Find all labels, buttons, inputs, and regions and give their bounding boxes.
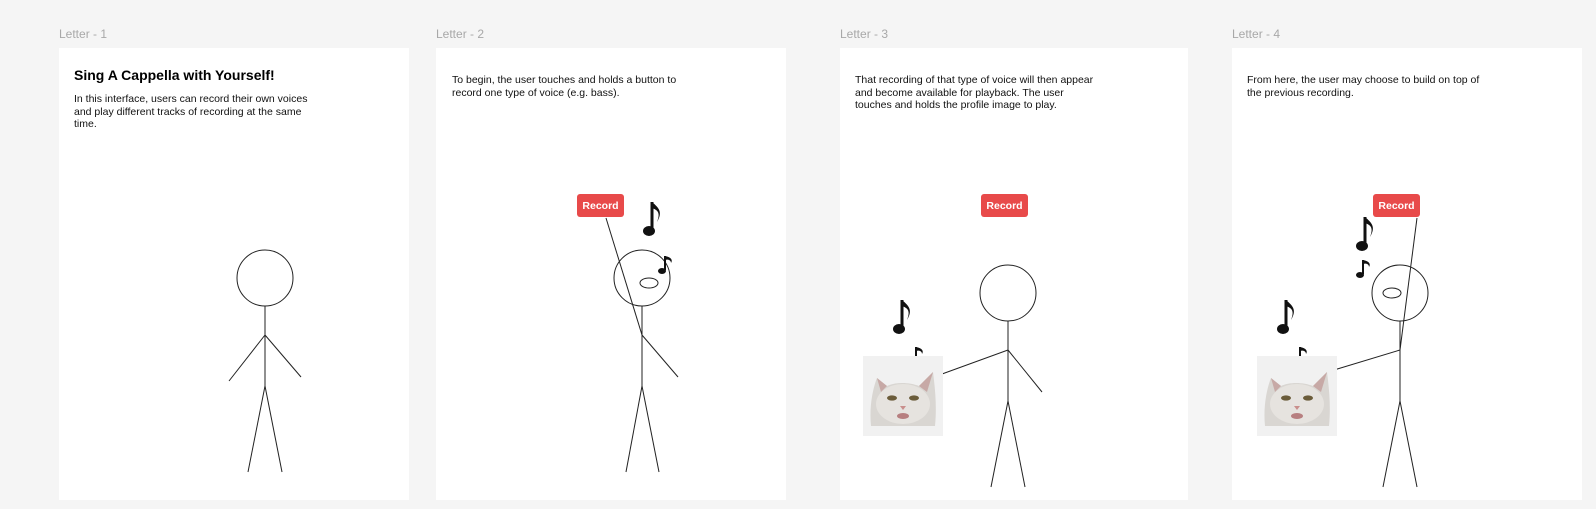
frame-label-3: Letter - 3 (840, 27, 889, 41)
stick-figure (228, 249, 302, 473)
frame-label-4: Letter - 4 (1232, 27, 1281, 41)
frame-letter-4[interactable]: From here, the user may choose to build … (1232, 48, 1582, 500)
record-button[interactable]: Record (1373, 194, 1420, 217)
music-note-icon (893, 300, 910, 334)
frame-letter-1[interactable]: Sing A Cappella with Yourself! In this i… (59, 48, 409, 500)
music-note-icon (1356, 260, 1370, 278)
stick-figure (605, 217, 679, 473)
cat-avatar-icon (863, 356, 943, 436)
cat-avatar-icon (1257, 356, 1337, 436)
music-note-icon (1277, 300, 1294, 334)
profile-image[interactable] (863, 356, 943, 436)
music-note-icon (1356, 217, 1373, 251)
frame-label-2: Letter - 2 (436, 27, 485, 41)
music-note-icon (658, 256, 672, 274)
frame-label-1: Letter - 1 (59, 27, 108, 41)
music-note-icon (643, 202, 660, 236)
frame-letter-3[interactable]: That recording of that type of voice wil… (840, 48, 1188, 500)
frame-letter-2[interactable]: To begin, the user touches and holds a b… (436, 48, 786, 500)
record-button[interactable]: Record (577, 194, 624, 217)
record-button[interactable]: Record (981, 194, 1028, 217)
profile-image[interactable] (1257, 356, 1337, 436)
